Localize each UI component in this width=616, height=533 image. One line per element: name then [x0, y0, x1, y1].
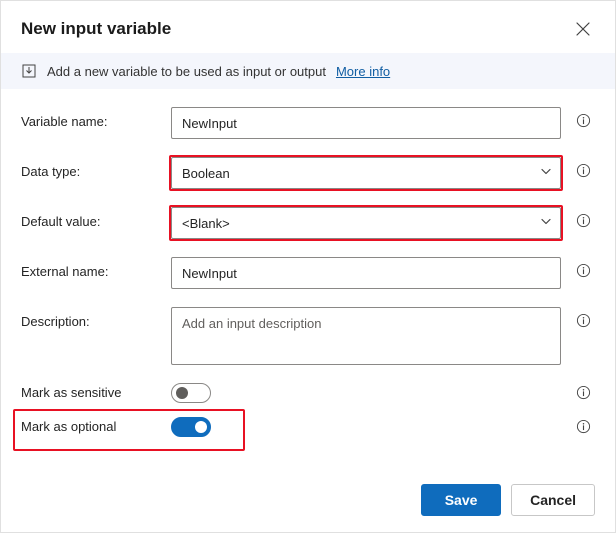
cancel-button[interactable]: Cancel	[511, 484, 595, 516]
save-button[interactable]: Save	[421, 484, 501, 516]
mark-optional-toggle[interactable]	[171, 417, 211, 437]
dialog-header: New input variable	[1, 1, 615, 53]
close-button[interactable]	[569, 15, 597, 43]
label-mark-sensitive: Mark as sensitive	[21, 383, 161, 400]
mark-sensitive-toggle[interactable]	[171, 383, 211, 403]
info-icon[interactable]	[576, 263, 591, 278]
description-textarea[interactable]	[171, 307, 561, 365]
data-type-select[interactable]: Boolean	[171, 157, 561, 189]
toggle-knob	[176, 387, 188, 399]
external-name-input[interactable]	[171, 257, 561, 289]
chevron-down-icon	[540, 216, 552, 231]
row-default-value: Default value: <Blank>	[21, 207, 595, 239]
form: Variable name: Data type: Boolean	[1, 89, 615, 472]
label-default-value: Default value:	[21, 207, 161, 229]
info-icon[interactable]	[576, 213, 591, 228]
row-variable-name: Variable name:	[21, 107, 595, 139]
default-value-select[interactable]: <Blank>	[171, 207, 561, 239]
label-external-name: External name:	[21, 257, 161, 279]
row-data-type: Data type: Boolean	[21, 157, 595, 189]
download-icon	[21, 63, 37, 79]
info-icon[interactable]	[576, 113, 591, 128]
label-data-type: Data type:	[21, 157, 161, 179]
new-input-variable-dialog: New input variable Add a new variable to…	[0, 0, 616, 533]
info-icon[interactable]	[576, 385, 591, 400]
toggle-knob	[195, 421, 207, 433]
row-mark-optional: Mark as optional	[21, 417, 595, 437]
data-type-value: Boolean	[182, 166, 230, 181]
label-variable-name: Variable name:	[21, 107, 161, 129]
variable-name-input[interactable]	[171, 107, 561, 139]
row-external-name: External name:	[21, 257, 595, 289]
dialog-footer: Save Cancel	[1, 472, 615, 532]
info-icon[interactable]	[576, 419, 591, 434]
info-icon[interactable]	[576, 313, 591, 328]
label-mark-optional: Mark as optional	[21, 417, 161, 434]
row-description: Description:	[21, 307, 595, 365]
dialog-title: New input variable	[21, 19, 171, 39]
default-value-value: <Blank>	[182, 216, 230, 231]
info-banner: Add a new variable to be used as input o…	[1, 53, 615, 89]
row-mark-sensitive: Mark as sensitive	[21, 383, 595, 403]
info-icon[interactable]	[576, 163, 591, 178]
info-banner-text: Add a new variable to be used as input o…	[47, 64, 326, 79]
more-info-link[interactable]: More info	[336, 64, 390, 79]
label-description: Description:	[21, 307, 161, 329]
chevron-down-icon	[540, 166, 552, 181]
close-icon	[576, 22, 590, 36]
